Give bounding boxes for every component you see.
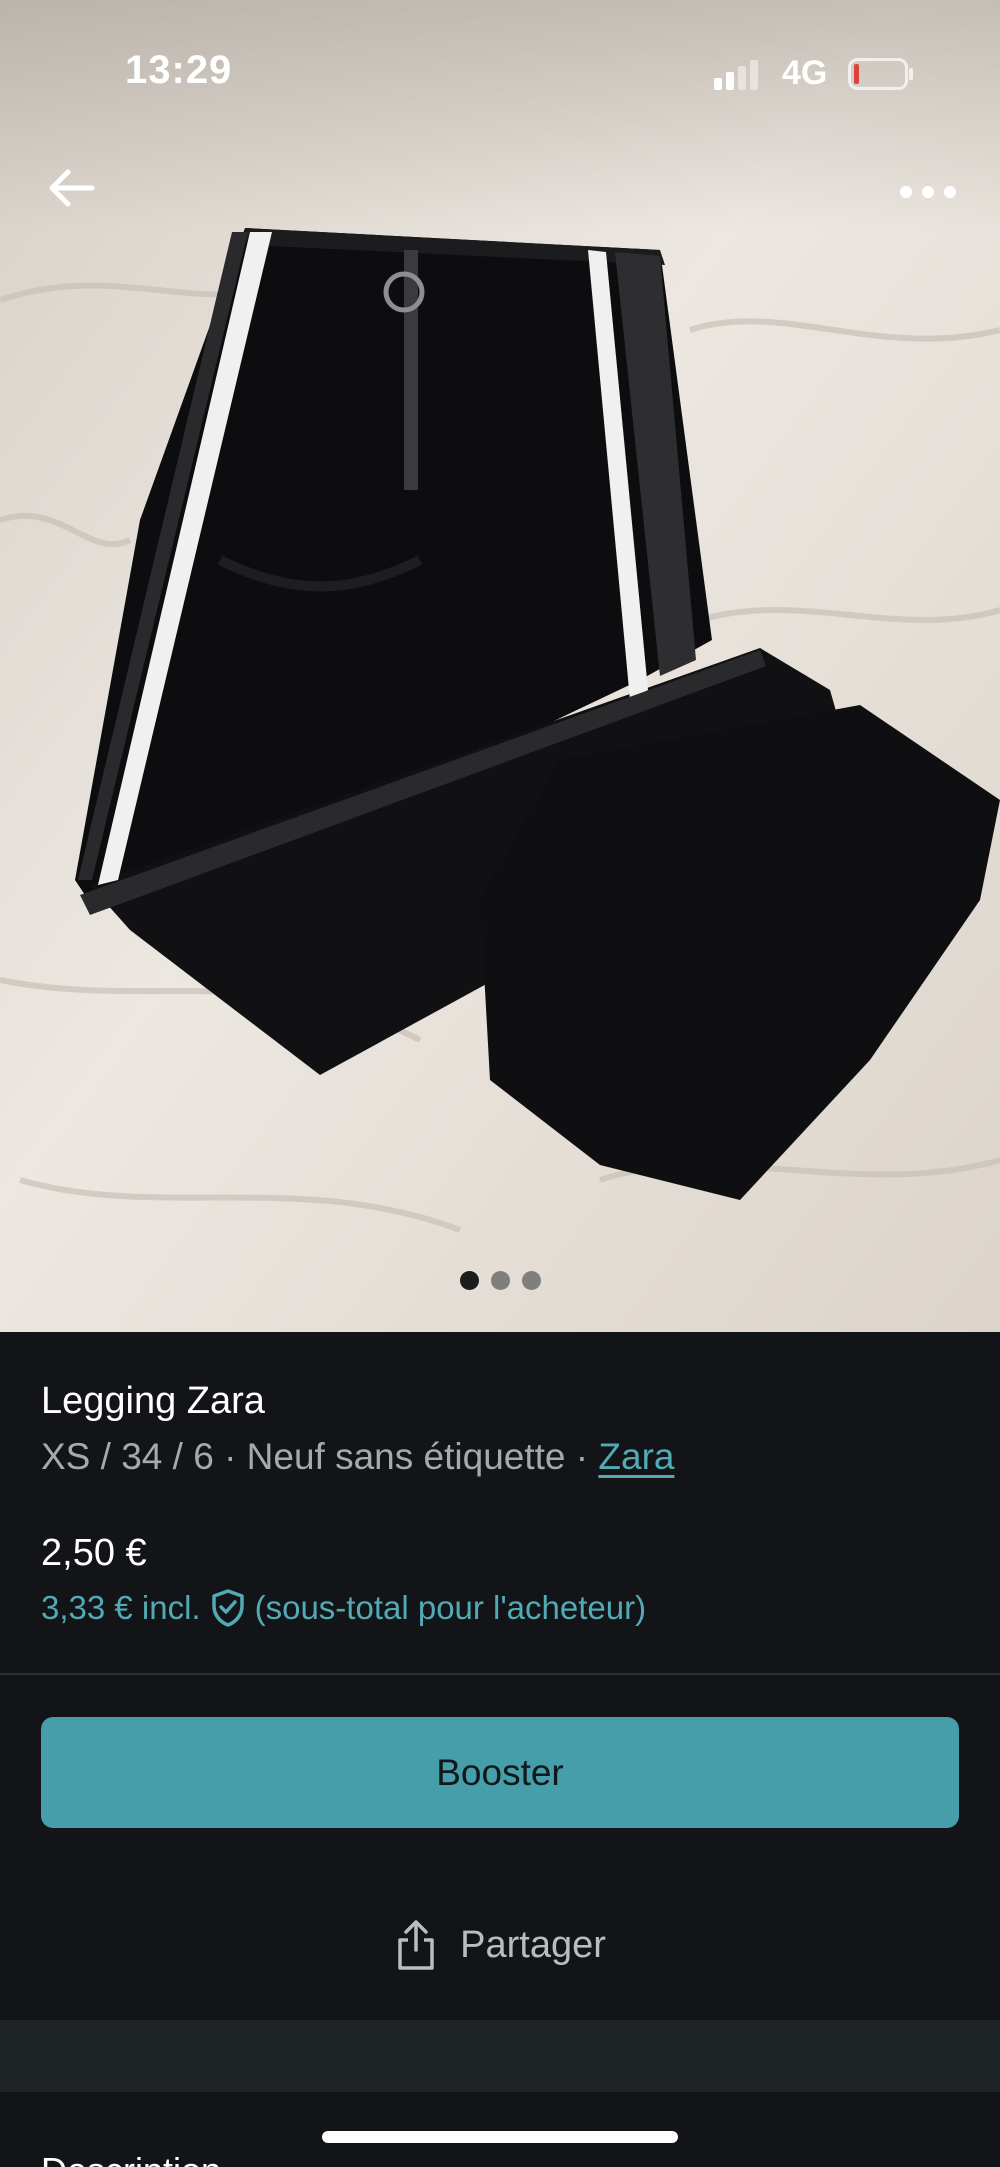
- pager-dot-2[interactable]: [490, 1271, 510, 1290]
- buyer-price: 3,33 € incl.: [41, 1589, 201, 1626]
- share-label: Partager: [460, 1923, 606, 1966]
- product-image: [0, 0, 1000, 1332]
- back-arrow-icon[interactable]: [44, 160, 100, 216]
- meta-separator: ·: [224, 1436, 237, 1477]
- buyer-price-info[interactable]: 3,33 € incl. (sous-total pour l'acheteur…: [41, 1588, 646, 1628]
- status-time: 13:29: [125, 48, 233, 92]
- home-indicator[interactable]: [322, 2131, 678, 2143]
- pager-dot-3[interactable]: [521, 1271, 541, 1290]
- section-gap: [0, 2020, 1000, 2092]
- product-size: XS / 34 / 6: [41, 1436, 214, 1477]
- product-photo[interactable]: 13:29 4G: [0, 0, 1000, 1332]
- section-divider: [0, 1673, 1000, 1675]
- product-meta: XS / 34 / 6 · Neuf sans étiquette · Zara: [41, 1436, 674, 1478]
- image-pager: [0, 1271, 1000, 1291]
- product-details: Legging Zara XS / 34 / 6 · Neuf sans éti…: [0, 1332, 1000, 1672]
- booster-button[interactable]: Booster: [41, 1717, 959, 1828]
- shield-check-icon[interactable]: [209, 1588, 247, 1628]
- battery-icon: [848, 58, 913, 90]
- brand-link[interactable]: Zara: [598, 1436, 674, 1477]
- pager-dot-1[interactable]: [459, 1271, 479, 1290]
- meta-separator: ·: [575, 1436, 589, 1477]
- description-section: Description: [0, 2092, 1000, 2167]
- share-button[interactable]: Partager: [0, 1905, 1000, 1985]
- product-price: 2,50 €: [41, 1532, 147, 1574]
- buyer-price-note: (sous-total pour l'acheteur): [254, 1589, 647, 1626]
- status-bar: 13:29 4G: [0, 0, 1000, 150]
- product-condition: Neuf sans étiquette: [246, 1436, 566, 1477]
- more-options-icon[interactable]: [896, 172, 960, 212]
- signal-strength-icon: [714, 60, 758, 90]
- description-heading: Description: [41, 2150, 221, 2167]
- product-screen: 13:29 4G Legging Zara XS / 34 / 6 · Neuf…: [0, 0, 1000, 2167]
- product-title: Legging Zara: [41, 1380, 265, 1422]
- share-icon: [398, 1920, 434, 1970]
- network-type: 4G: [782, 54, 828, 92]
